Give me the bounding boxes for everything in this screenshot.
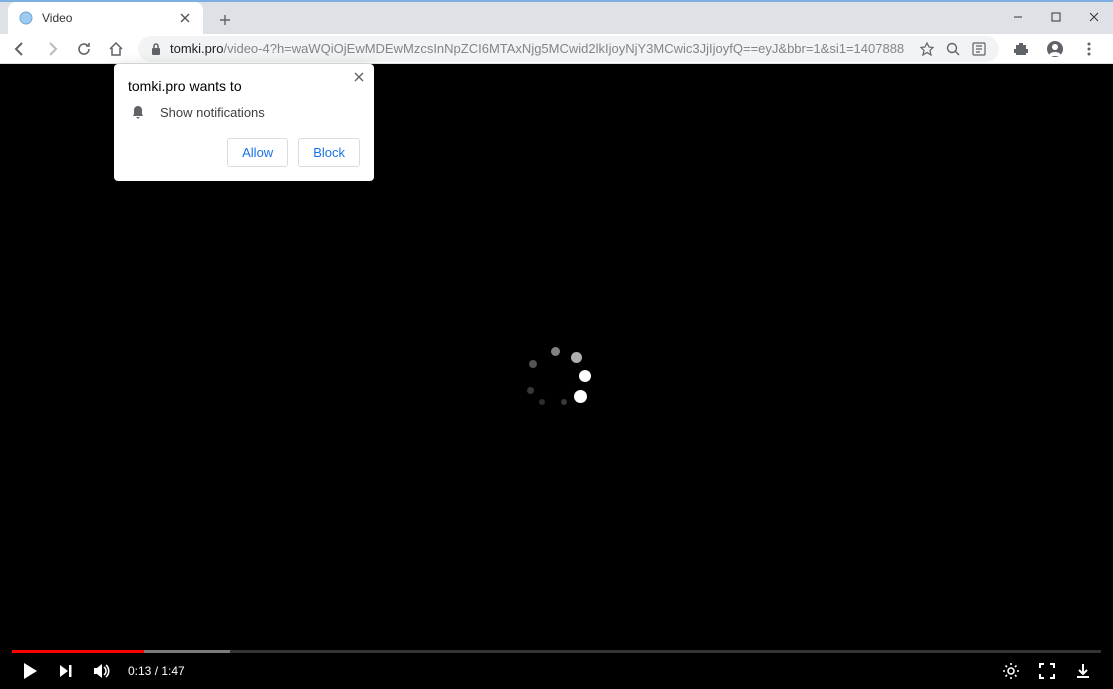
tab-favicon-icon — [18, 10, 34, 26]
fullscreen-button[interactable] — [1029, 653, 1065, 689]
download-button[interactable] — [1065, 653, 1101, 689]
play-button[interactable] — [12, 653, 48, 689]
volume-button[interactable] — [84, 653, 120, 689]
settings-button[interactable] — [993, 653, 1029, 689]
reload-button[interactable] — [70, 35, 98, 63]
browser-tab[interactable]: Video — [8, 2, 203, 34]
tab-title: Video — [42, 11, 177, 25]
permission-item: Show notifications — [160, 105, 265, 120]
block-button[interactable]: Block — [298, 138, 360, 167]
window-close-button[interactable] — [1075, 0, 1113, 34]
reader-icon[interactable] — [971, 41, 987, 57]
forward-button[interactable] — [38, 35, 66, 63]
url-display: tomki.pro/video-4?h=waWQiOjEwMDEwMzcsInN… — [170, 41, 904, 56]
menu-button[interactable] — [1075, 35, 1103, 63]
window-minimize-button[interactable] — [999, 0, 1037, 34]
profile-button[interactable] — [1041, 35, 1069, 63]
zoom-icon[interactable] — [945, 41, 961, 57]
window-controls — [999, 0, 1113, 34]
current-time: 0:13 — [128, 664, 151, 678]
url-domain: tomki.pro — [170, 41, 223, 56]
bookmark-icon[interactable] — [919, 41, 935, 57]
allow-button[interactable]: Allow — [227, 138, 288, 167]
permission-title: tomki.pro wants to — [128, 78, 360, 94]
lock-icon — [150, 42, 162, 56]
bell-icon — [130, 104, 146, 120]
extensions-button[interactable] — [1007, 35, 1035, 63]
permission-close-icon[interactable] — [354, 72, 364, 82]
window-maximize-button[interactable] — [1037, 0, 1075, 34]
next-button[interactable] — [48, 653, 84, 689]
loading-spinner-icon — [527, 347, 587, 407]
tab-close-icon[interactable] — [177, 10, 193, 26]
toolbar: tomki.pro/video-4?h=waWQiOjEwMDEwMzcsInN… — [0, 34, 1113, 64]
omnibox[interactable]: tomki.pro/video-4?h=waWQiOjEwMDEwMzcsInN… — [138, 36, 999, 62]
time-display: 0:13 / 1:47 — [128, 664, 185, 678]
back-button[interactable] — [6, 35, 34, 63]
home-button[interactable] — [102, 35, 130, 63]
duration: 1:47 — [161, 664, 184, 678]
new-tab-button[interactable] — [211, 6, 239, 34]
titlebar: Video — [0, 0, 1113, 34]
permission-prompt: tomki.pro wants to Show notifications Al… — [114, 64, 374, 181]
url-path: /video-4?h=waWQiOjEwMDEwMzcsInNpZCI6MTAx… — [223, 41, 904, 56]
video-controls: 0:13 / 1:47 — [0, 653, 1113, 689]
